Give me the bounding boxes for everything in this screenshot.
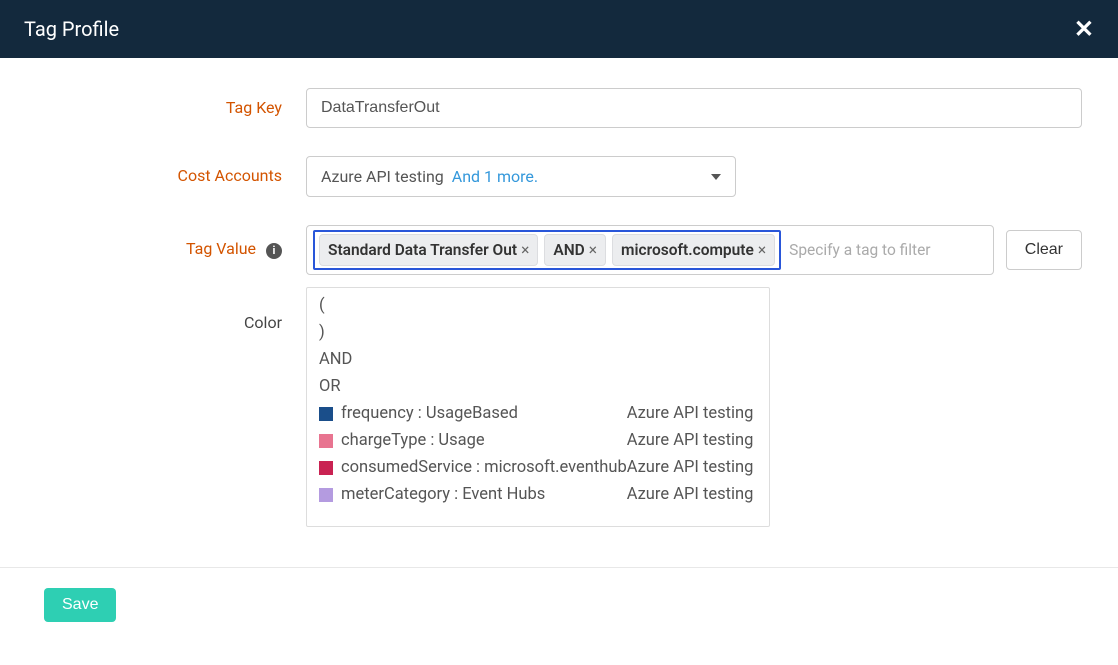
tag-chip: AND ×: [544, 234, 606, 266]
dropdown-tag-item[interactable]: frequency : UsageBased Azure API testing: [307, 400, 769, 427]
tag-value-input[interactable]: Standard Data Transfer Out × AND × micro…: [306, 225, 994, 275]
close-icon[interactable]: ✕: [1074, 17, 1094, 41]
dropdown-tag-item[interactable]: chargeType : Usage Azure API testing: [307, 427, 769, 454]
item-source: Azure API testing: [627, 458, 754, 477]
color-swatch-icon: [319, 407, 333, 421]
chip-remove-icon[interactable]: ×: [589, 241, 597, 259]
tag-chip: Standard Data Transfer Out ×: [319, 234, 538, 266]
label-tag-key: Tag Key: [36, 88, 306, 117]
dropdown-tag-item[interactable]: consumedService : microsoft.eventhub Azu…: [307, 454, 769, 481]
dropdown-operator[interactable]: OR: [307, 373, 769, 400]
dialog-title: Tag Profile: [24, 17, 119, 41]
tag-key-input[interactable]: [306, 88, 1082, 128]
color-swatch-icon: [319, 461, 333, 475]
dialog-footer: Save: [0, 567, 1118, 642]
tag-value-placeholder: Specify a tag to filter: [785, 241, 930, 259]
item-source: Azure API testing: [627, 431, 754, 450]
cost-accounts-more: And 1 more.: [452, 167, 538, 186]
item-source: Azure API testing: [627, 404, 754, 423]
dropdown-tag-item[interactable]: meterCategory : Event Hubs Azure API tes…: [307, 481, 769, 508]
dropdown-operator[interactable]: ): [307, 319, 769, 346]
suggestions-dropdown[interactable]: ( ) AND OR frequency : UsageBased Azure …: [306, 287, 770, 527]
dialog-header: Tag Profile ✕: [0, 0, 1118, 58]
item-source: Azure API testing: [627, 485, 754, 504]
clear-button[interactable]: Clear: [1006, 230, 1082, 270]
chip-remove-icon[interactable]: ×: [521, 241, 529, 259]
color-swatch-icon: [319, 434, 333, 448]
dropdown-operator[interactable]: (: [307, 292, 769, 319]
tag-chip: microsoft.compute ×: [612, 234, 775, 266]
tag-chips-highlight: Standard Data Transfer Out × AND × micro…: [313, 230, 781, 270]
label-color: Color: [36, 303, 306, 332]
row-color: Color ( ) AND OR frequency : Us: [36, 303, 1082, 527]
info-icon[interactable]: i: [266, 243, 282, 259]
dropdown-operator[interactable]: AND: [307, 346, 769, 373]
row-tag-value: Tag Value i Standard Data Transfer Out ×…: [36, 225, 1082, 275]
label-tag-value: Tag Value i: [36, 225, 306, 259]
cost-accounts-select[interactable]: Azure API testing And 1 more.: [306, 156, 736, 197]
dialog-content: Tag Key Cost Accounts Azure API testing …: [0, 58, 1118, 527]
row-cost-accounts: Cost Accounts Azure API testing And 1 mo…: [36, 156, 1082, 197]
label-cost-accounts: Cost Accounts: [36, 156, 306, 185]
save-button[interactable]: Save: [44, 588, 116, 622]
cost-accounts-selected: Azure API testing: [321, 167, 444, 186]
row-tag-key: Tag Key: [36, 88, 1082, 128]
chip-remove-icon[interactable]: ×: [758, 241, 766, 259]
chevron-down-icon: [711, 174, 721, 180]
color-swatch-icon: [319, 488, 333, 502]
